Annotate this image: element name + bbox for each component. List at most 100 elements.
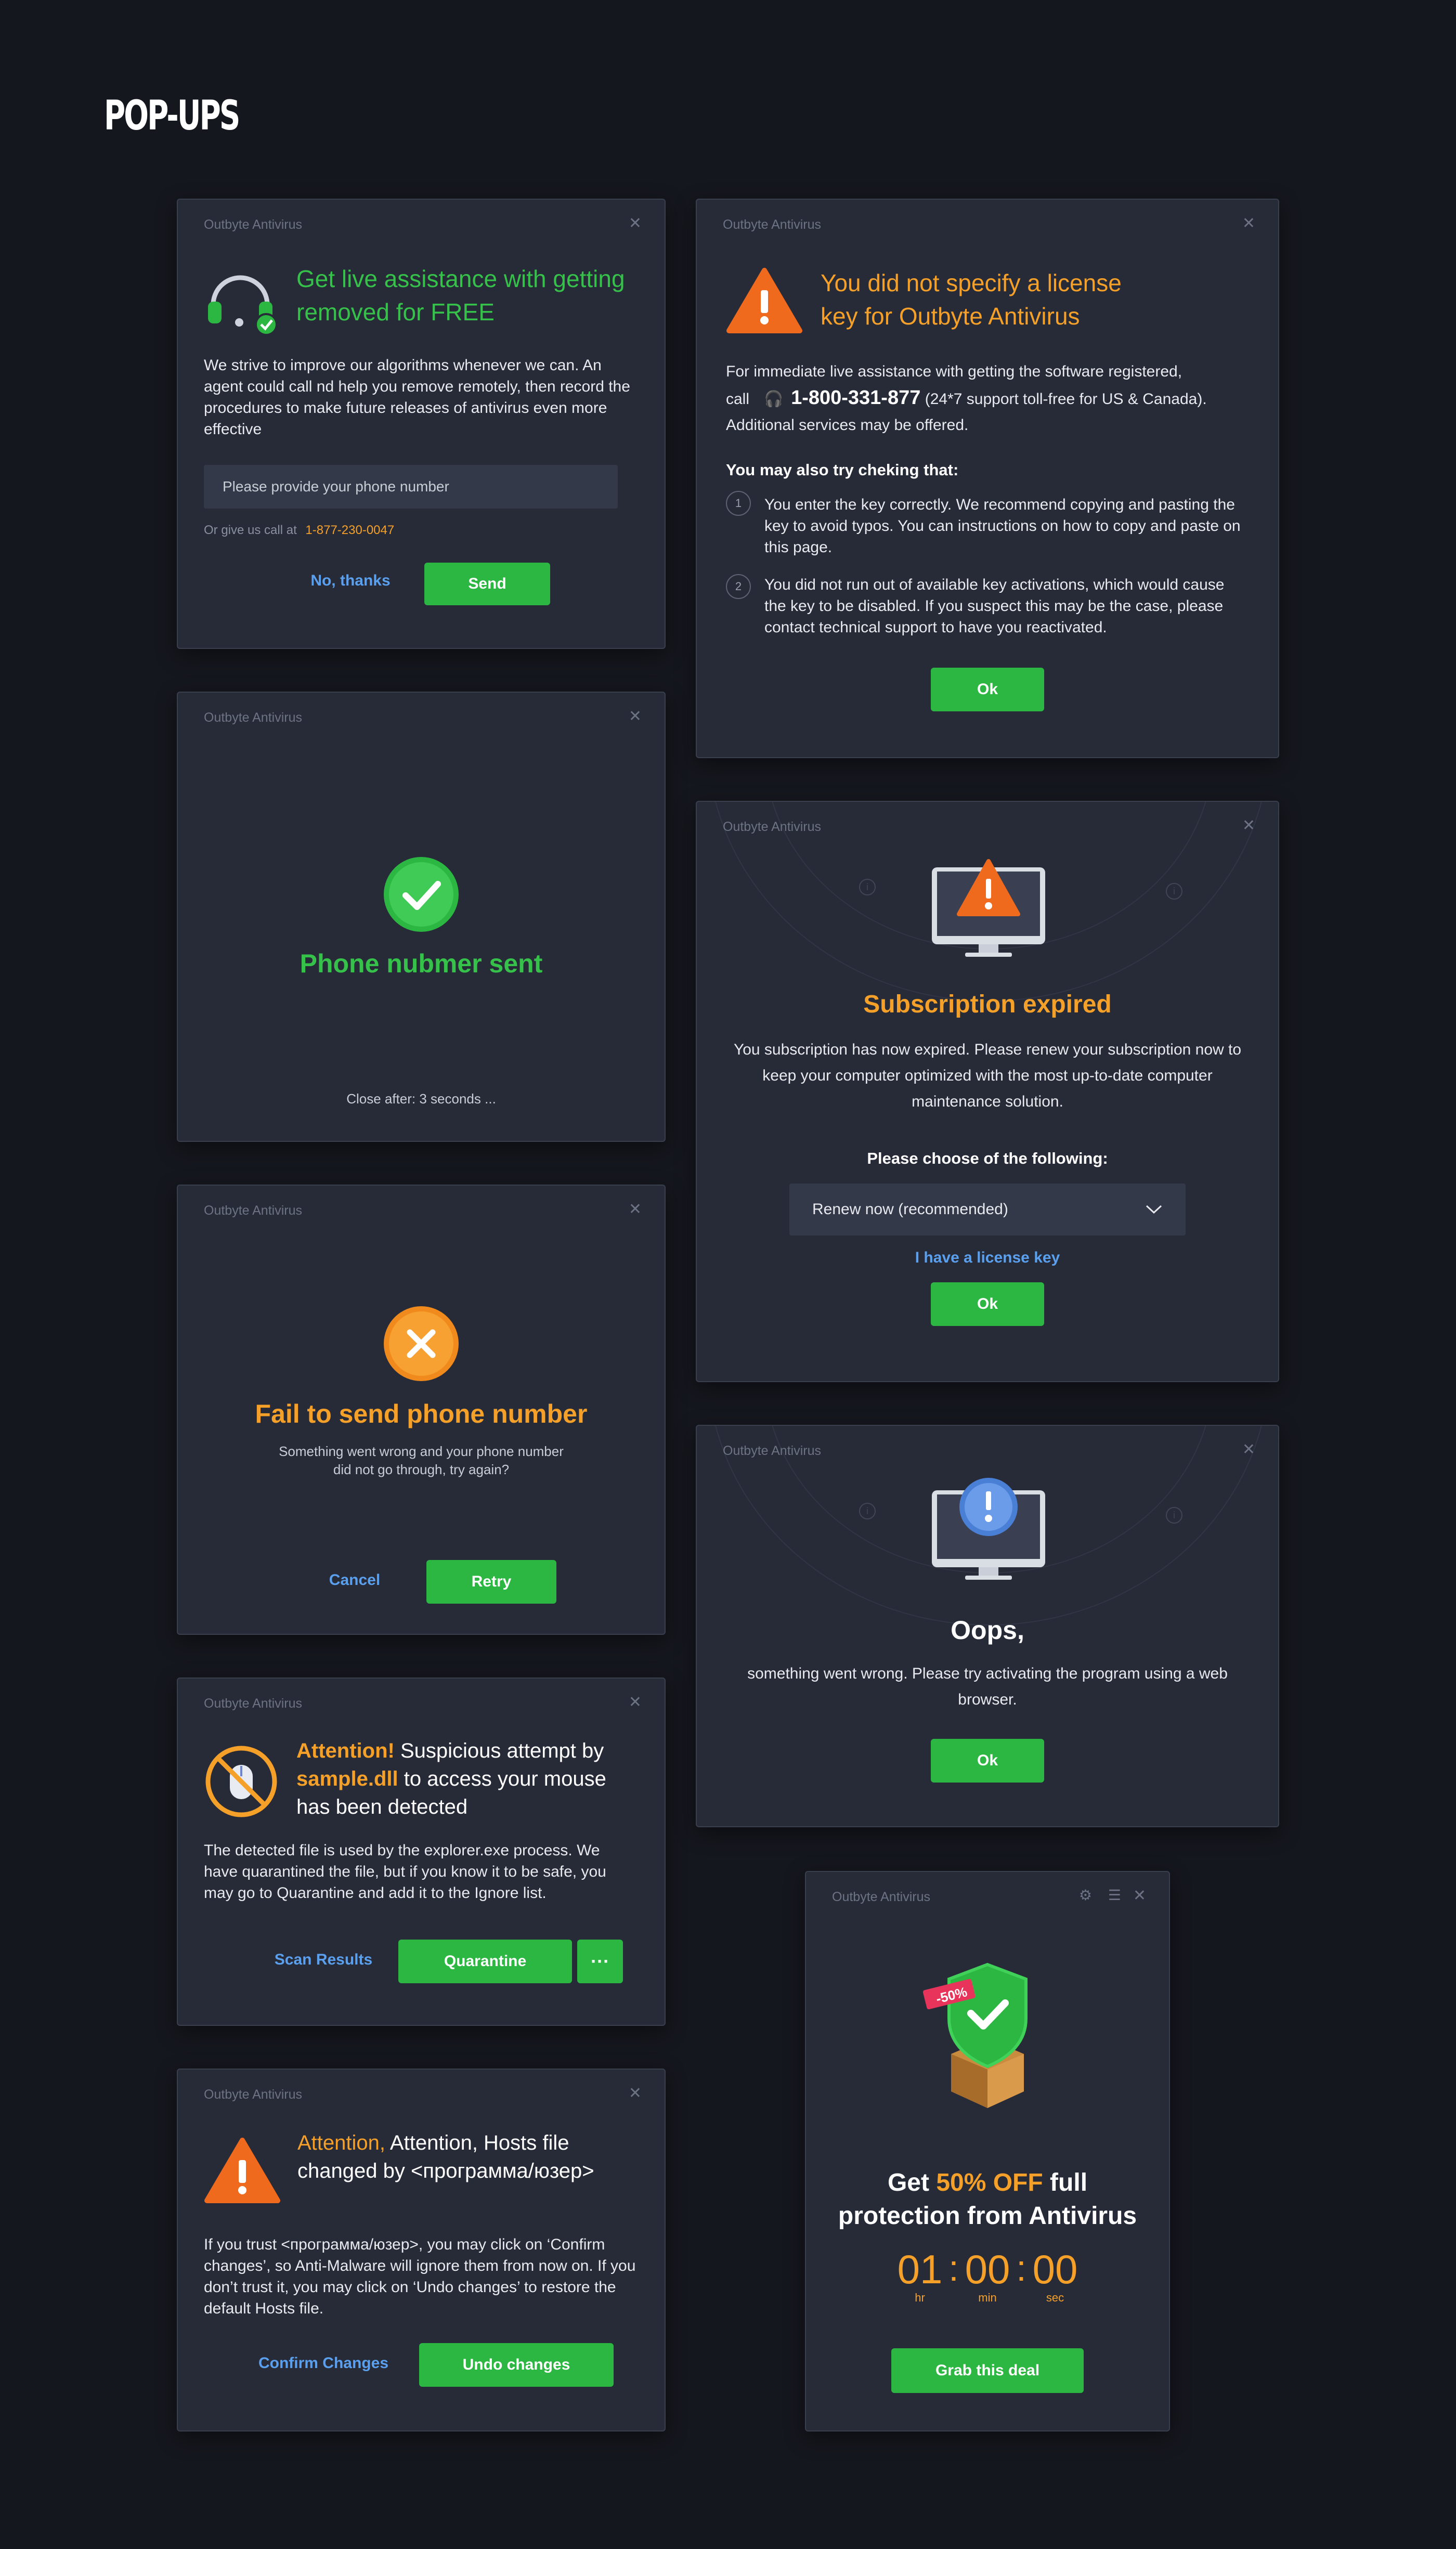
- close-icon[interactable]: ✕: [629, 1200, 642, 1218]
- send-button[interactable]: Send: [424, 563, 550, 605]
- quarantine-button[interactable]: Quarantine: [398, 1940, 572, 1983]
- chevron-down-icon: [1146, 1205, 1162, 1214]
- timer-value: 00: [965, 2246, 1010, 2292]
- window-title: Outbyte Antivirus: [204, 710, 302, 725]
- ok-button[interactable]: Ok: [931, 1739, 1044, 1783]
- phone-input-placeholder: Please provide your phone number: [223, 478, 449, 495]
- close-icon[interactable]: ✕: [629, 214, 642, 232]
- deal-heading-percent: 50% OFF: [936, 2169, 1043, 2196]
- hosts-body: If you trust <программа/юзер>, you may c…: [204, 2236, 636, 2317]
- oops-dialog: i i Outbyte Antivirus ✕ Oops, something …: [696, 1425, 1279, 1827]
- assistance-heading: Get live assistance with getting removed…: [296, 265, 625, 326]
- more-options-button[interactable]: ···: [577, 1940, 623, 1983]
- deal-heading-a: Get: [887, 2169, 929, 2196]
- close-icon[interactable]: ✕: [1242, 816, 1255, 835]
- license-intro-a: For immediate live assistance with getti…: [726, 363, 1182, 380]
- info-dot-icon: i: [859, 879, 876, 895]
- license-intro-c: Additional services may be offered.: [726, 417, 969, 434]
- window-title: Outbyte Antivirus: [204, 1203, 302, 1218]
- hosts-heading-wrap: Attention, Attention, Hosts file changed…: [297, 2129, 630, 2185]
- timer-minutes: 00 min: [961, 2247, 1013, 2305]
- assistance-dialog: Outbyte Antivirus ✕ Get live assistance …: [177, 199, 666, 649]
- timer-unit: hr: [915, 2291, 925, 2304]
- item-number: 1: [726, 491, 751, 516]
- license-intro-b: (24*7 support toll-free for US & Canada)…: [925, 391, 1207, 408]
- info-dot-icon: i: [1166, 1507, 1182, 1524]
- timer-value: 01: [897, 2246, 943, 2292]
- window-title: Outbyte Antivirus: [723, 217, 821, 232]
- close-icon[interactable]: ✕: [1242, 1440, 1255, 1459]
- cancel-link[interactable]: Cancel: [308, 1571, 401, 1589]
- info-dot-icon: i: [859, 1503, 876, 1519]
- scan-results-link[interactable]: Scan Results: [256, 1951, 391, 1969]
- license-subheading: You may also try cheking that:: [726, 461, 959, 479]
- undo-changes-button[interactable]: Undo changes: [419, 2343, 614, 2387]
- deal-dialog: Outbyte Antivirus ⚙ ☰ ✕ -50% Get 50% OFF…: [805, 1871, 1170, 2431]
- timer-unit: sec: [1046, 2291, 1064, 2304]
- window-title: Outbyte Antivirus: [204, 2087, 302, 2102]
- monitor-info-icon: [932, 1478, 1045, 1580]
- license-dialog: Outbyte Antivirus ✕ You did not specify …: [696, 199, 1279, 758]
- call-prefix: Or give us call at: [204, 523, 297, 537]
- renew-select-value: Renew now (recommended): [812, 1201, 1008, 1218]
- mouse-heading-a: Suspicious attempt by: [400, 1739, 604, 1762]
- shield-box-icon: [922, 1962, 1028, 2108]
- warning-icon: [726, 268, 802, 333]
- choose-label: Please choose of the following:: [867, 1149, 1108, 1167]
- no-thanks-link[interactable]: No, thanks: [298, 572, 402, 590]
- blocked-mouse-icon: [205, 1746, 277, 1817]
- hosts-dialog: Outbyte Antivirus ✕ Attention, Attention…: [177, 2069, 666, 2431]
- call-line: Or give us call at 1-877-230-0047: [204, 523, 394, 538]
- page-title: POP-UPS: [104, 93, 240, 139]
- settings-icon[interactable]: ⚙: [1079, 1887, 1092, 1904]
- deal-heading: Get 50% OFF full protection from Antivir…: [827, 2166, 1148, 2233]
- countdown-timer: 01 hr : 00 min : 00 sec: [806, 2247, 1169, 2305]
- timer-value: 00: [1032, 2246, 1078, 2292]
- phone-sent-heading: Phone nubmer sent: [300, 949, 543, 978]
- window-title: Outbyte Antivirus: [723, 1443, 821, 1458]
- ok-button[interactable]: Ok: [931, 1282, 1044, 1326]
- close-icon[interactable]: ✕: [629, 2084, 642, 2102]
- timer-seconds: 00 sec: [1029, 2247, 1081, 2305]
- ok-button[interactable]: Ok: [931, 668, 1044, 711]
- close-icon[interactable]: ✕: [1242, 214, 1255, 232]
- suspicious-file: sample.dll: [296, 1767, 398, 1790]
- info-dot-icon: i: [1166, 883, 1182, 900]
- close-icon[interactable]: ✕: [629, 707, 642, 725]
- support-headset-icon: 🎧: [764, 391, 784, 408]
- phone-input[interactable]: Please provide your phone number: [204, 465, 618, 509]
- close-icon[interactable]: ✕: [1133, 1887, 1146, 1905]
- retry-button[interactable]: Retry: [426, 1560, 556, 1604]
- oops-heading: Oops,: [951, 1616, 1024, 1645]
- x-circle-icon: [384, 1306, 459, 1381]
- license-key-link[interactable]: I have a license key: [697, 1249, 1278, 1267]
- close-countdown: Close after: 3 seconds ...: [346, 1091, 496, 1107]
- license-intro-call: call: [726, 391, 750, 408]
- license-item-text: You did not run out of available key act…: [764, 576, 1225, 636]
- license-item-text: You enter the key correctly. We recommen…: [764, 496, 1241, 556]
- subscription-dialog: i i Outbyte Antivirus ✕ Subscription exp…: [696, 801, 1279, 1382]
- license-intro: For immediate live assistance with getti…: [726, 359, 1256, 438]
- mouse-attempt-dialog: Outbyte Antivirus ✕ Attention! Suspiciou…: [177, 1677, 666, 2026]
- item-number: 2: [726, 574, 751, 599]
- timer-separator: :: [948, 2248, 959, 2288]
- license-phone[interactable]: 1-800-331-877: [791, 387, 920, 409]
- close-icon[interactable]: ✕: [629, 1693, 642, 1711]
- mouse-body: The detected file is used by the explore…: [204, 1842, 606, 1902]
- confirm-changes-link[interactable]: Confirm Changes: [240, 2355, 407, 2372]
- fail-dialog: Outbyte Antivirus ✕ Fail to send phone n…: [177, 1185, 666, 1635]
- sliders-icon[interactable]: ☰: [1108, 1887, 1121, 1904]
- mouse-heading: Attention! Suspicious attempt by sample.…: [296, 1737, 629, 1821]
- subscription-heading: Subscription expired: [863, 991, 1112, 1018]
- fail-body: Something went wrong and your phone numb…: [279, 1443, 564, 1477]
- timer-unit: min: [978, 2291, 997, 2304]
- attention-label: Attention!: [296, 1739, 395, 1762]
- renew-select[interactable]: Renew now (recommended): [789, 1184, 1186, 1236]
- attention-label: Attention,: [297, 2131, 386, 2154]
- call-number[interactable]: 1-877-230-0047: [305, 523, 394, 537]
- timer-hours: 01 hr: [894, 2247, 946, 2305]
- window-title: Outbyte Antivirus: [204, 1696, 302, 1711]
- window-title: Outbyte Antivirus: [832, 1890, 930, 1904]
- fail-heading: Fail to send phone number: [255, 1399, 588, 1428]
- grab-deal-button[interactable]: Grab this deal: [891, 2348, 1084, 2393]
